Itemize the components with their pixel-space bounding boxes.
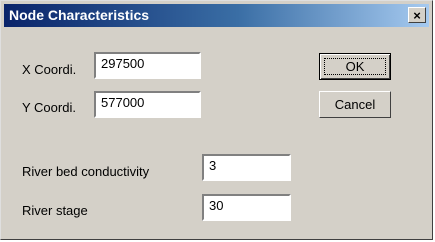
y-coord-field[interactable]: 577000 [94, 91, 201, 118]
ok-button-label: OK [345, 59, 365, 74]
close-icon: × [413, 7, 421, 23]
river-bed-conductivity-field[interactable]: 3 [202, 154, 291, 181]
window-title: Node Characteristics [9, 7, 150, 23]
ok-button[interactable]: OK [319, 53, 391, 80]
cancel-button[interactable]: Cancel [319, 91, 391, 118]
river-stage-label: River stage [22, 203, 88, 218]
node-characteristics-dialog: Node Characteristics × X Coordi. 297500 … [0, 0, 433, 240]
river-stage-field[interactable]: 30 [202, 194, 291, 221]
cancel-button-label: Cancel [334, 97, 376, 112]
close-button[interactable]: × [408, 7, 426, 23]
river-bed-conductivity-label: River bed conductivity [22, 164, 150, 179]
y-coord-label: Y Coordi. [22, 100, 76, 115]
x-coord-label: X Coordi. [22, 62, 77, 77]
title-bar[interactable]: Node Characteristics × [4, 4, 429, 27]
x-coord-field[interactable]: 297500 [94, 52, 201, 79]
